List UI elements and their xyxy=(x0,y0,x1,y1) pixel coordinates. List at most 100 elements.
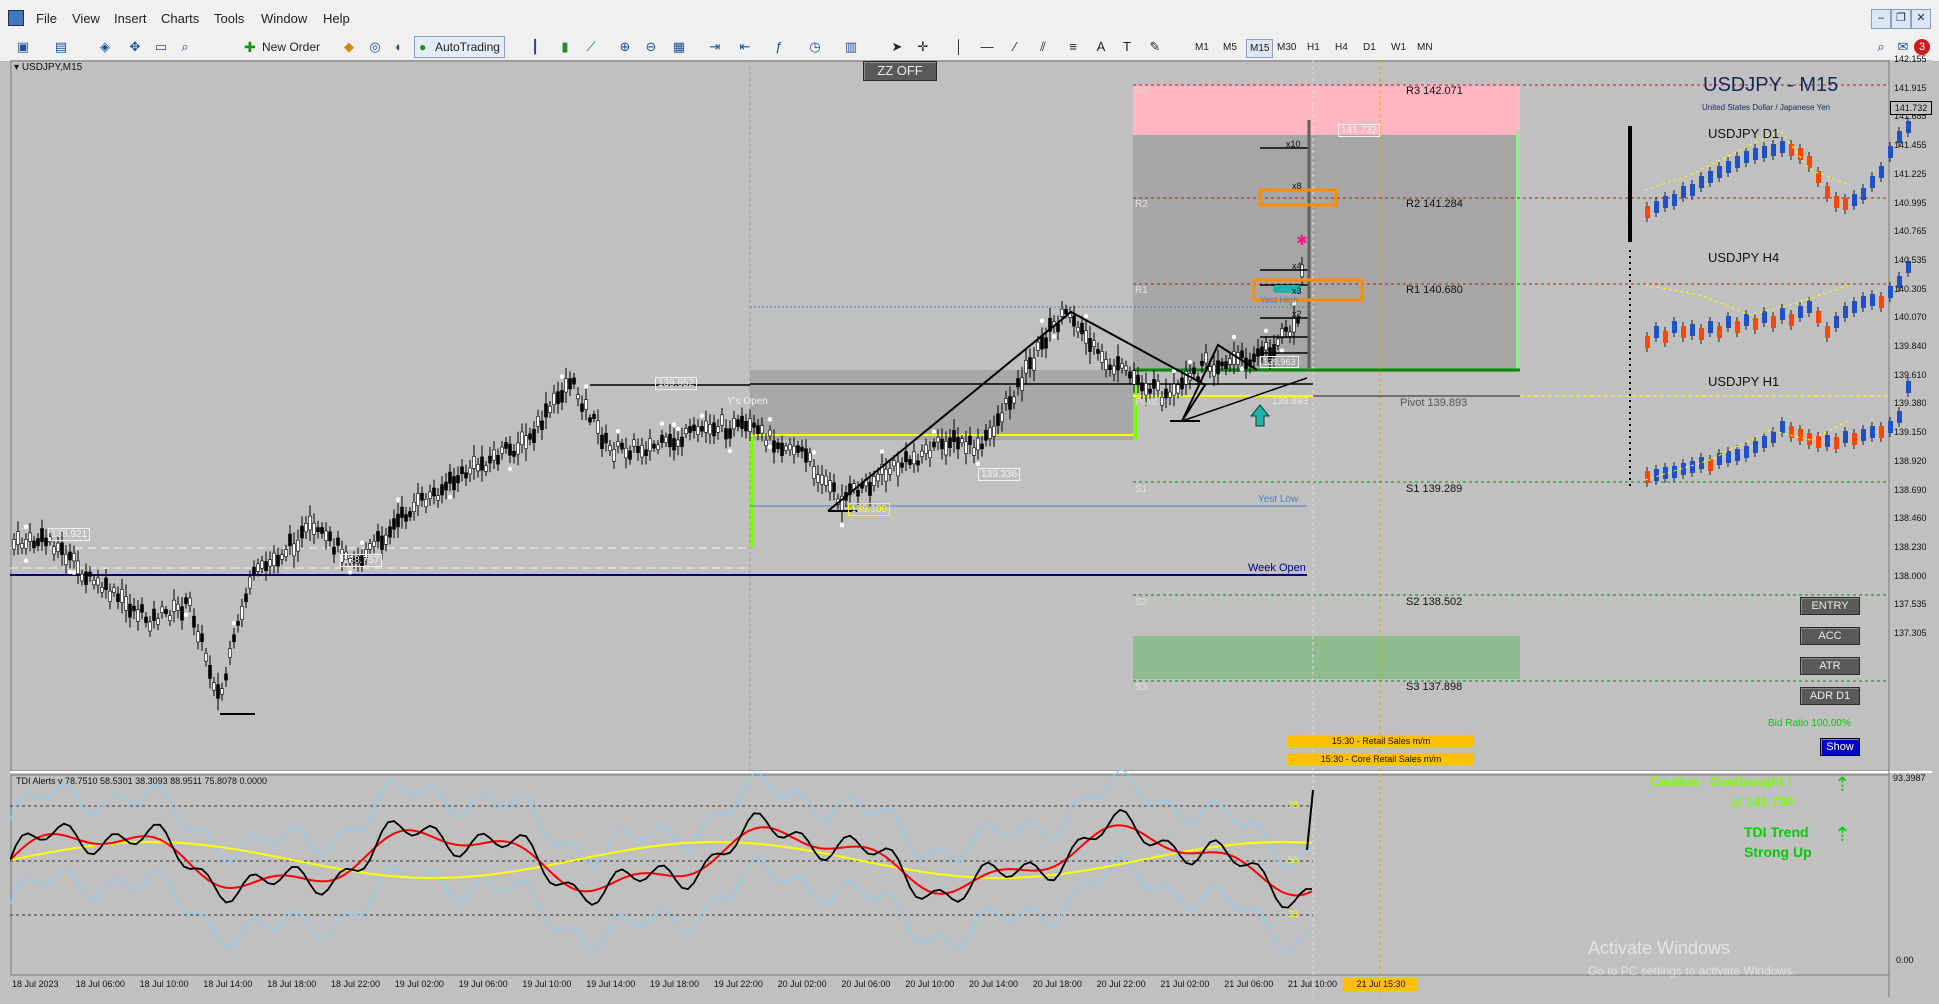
minimize-icon[interactable]: – xyxy=(1871,9,1891,29)
tile-windows-icon[interactable]: ▦ xyxy=(670,38,688,56)
candle-body xyxy=(496,454,500,465)
candle-body xyxy=(488,455,492,464)
show-button[interactable]: Show xyxy=(1820,738,1860,756)
crosshair-icon[interactable]: ✛ xyxy=(914,38,932,56)
cursor-icon[interactable]: ➤ xyxy=(888,38,906,56)
text-label-icon[interactable]: T xyxy=(1118,38,1136,56)
menu-tools[interactable]: Tools xyxy=(214,11,244,26)
menu-view[interactable]: View xyxy=(72,11,100,26)
activate-windows-subtitle: Go to PC settings to activate Windows. xyxy=(1588,964,1796,978)
menu-help[interactable]: Help xyxy=(323,11,350,26)
acc-button[interactable]: ACC xyxy=(1800,627,1860,645)
entry-button[interactable]: ENTRY xyxy=(1800,597,1860,615)
menu-charts[interactable]: Charts xyxy=(161,11,199,26)
search-icon[interactable]: ⌕ xyxy=(1872,38,1890,56)
candle-body xyxy=(96,577,100,586)
periods-icon[interactable]: ◷ xyxy=(806,38,824,56)
multiplier-x3: x3 xyxy=(1292,286,1302,296)
strategy-tester-icon[interactable]: ⌕ xyxy=(176,38,194,56)
s2-label: S2 138.502 xyxy=(1406,596,1463,608)
mini-candle-body xyxy=(1690,184,1695,196)
chart-window[interactable]: ✱ ▾ USDJPY,M15 ZZ OFF USDJPY - M15 Unite… xyxy=(10,54,1932,997)
candlestick-icon[interactable]: ▮ xyxy=(556,38,574,56)
candle-body xyxy=(280,554,284,560)
templates-icon[interactable]: ▥ xyxy=(842,38,860,56)
candle-body xyxy=(716,426,720,433)
tf-h4[interactable]: H4 xyxy=(1332,39,1351,56)
mini-candle-body xyxy=(1735,449,1740,461)
candle-body xyxy=(640,444,644,458)
restore-icon[interactable]: ❐ xyxy=(1891,9,1911,29)
s1-short-label: S1 xyxy=(1135,484,1148,495)
candle-body xyxy=(900,462,904,468)
bar-chart-icon[interactable]: ┃ xyxy=(526,38,544,56)
r2-short-label: R2 xyxy=(1135,199,1148,210)
candle-body xyxy=(1024,360,1028,374)
new-chart-icon[interactable]: ▣ xyxy=(14,38,32,56)
terminal-icon[interactable]: ▭ xyxy=(152,38,170,56)
menu-file[interactable]: File xyxy=(36,11,57,26)
zz-toggle-button[interactable]: ZZ OFF xyxy=(863,61,937,81)
mini-candle-body xyxy=(1825,435,1830,447)
tf-m1[interactable]: M1 xyxy=(1192,39,1212,56)
candle-body xyxy=(704,420,708,433)
metaeditor-icon[interactable]: ◆ xyxy=(340,38,358,56)
menu-window[interactable]: Window xyxy=(261,11,307,26)
new-order-button[interactable]: ✚ New Order xyxy=(244,37,320,57)
fibonacci-icon[interactable]: ≡ xyxy=(1064,38,1082,56)
candle-body xyxy=(892,460,896,467)
fractal-dot xyxy=(1263,328,1269,333)
candle-body xyxy=(388,526,392,538)
mini-candle-body xyxy=(1672,321,1677,333)
mini-candle-body xyxy=(1762,436,1767,448)
tf-d1[interactable]: D1 xyxy=(1360,39,1379,56)
trendline-icon[interactable]: ⁄ xyxy=(1006,38,1024,56)
mini-candle-body xyxy=(1843,198,1848,210)
chart-shift-icon[interactable]: ⇤ xyxy=(736,38,754,56)
profiles-icon[interactable]: ▤ xyxy=(52,38,70,56)
line-chart-icon[interactable]: ⟋ xyxy=(582,38,600,56)
tf-m30[interactable]: M30 xyxy=(1274,39,1299,56)
atr-button[interactable]: ATR xyxy=(1800,657,1860,675)
candle-body xyxy=(668,434,672,448)
navigator-icon[interactable]: ✥ xyxy=(126,38,144,56)
tf-h1[interactable]: H1 xyxy=(1304,39,1323,56)
news-icon[interactable]: ◐ xyxy=(390,38,408,56)
autoscroll-icon[interactable]: ⇥ xyxy=(706,38,724,56)
mini-candle-body xyxy=(1663,196,1668,208)
adr-d1-button[interactable]: ADR D1 xyxy=(1800,687,1860,705)
notification-badge[interactable]: 3 xyxy=(1914,39,1930,55)
zoom-out-icon[interactable]: ⊖ xyxy=(642,38,660,56)
candle-body xyxy=(812,466,816,479)
tf-w1[interactable]: W1 xyxy=(1388,39,1409,56)
indicators-icon[interactable]: ƒ xyxy=(770,38,788,56)
fractal-dot xyxy=(1187,359,1193,365)
week-open-label: Week Open xyxy=(1248,562,1306,574)
tf-m15[interactable]: M15 xyxy=(1246,39,1274,58)
pivot-label: Pivot 139.893 xyxy=(1400,397,1468,409)
market-watch-icon[interactable]: ◈ xyxy=(96,38,114,56)
text-icon[interactable]: A xyxy=(1092,38,1110,56)
candle-body xyxy=(304,523,308,533)
shapes-icon[interactable]: ✎ xyxy=(1146,38,1164,56)
price-tag-3: 139.952 xyxy=(655,377,698,390)
tf-mn[interactable]: MN xyxy=(1414,39,1436,56)
mini-candle-body xyxy=(1789,426,1794,438)
candle-body xyxy=(52,546,56,555)
signals-icon[interactable]: ◎ xyxy=(366,38,384,56)
candle-body xyxy=(232,634,236,643)
candle-body xyxy=(560,390,564,403)
horizontal-line-icon[interactable]: — xyxy=(978,38,996,56)
vertical-line-icon[interactable]: │ xyxy=(950,38,968,56)
tdi-signal-line xyxy=(10,824,1313,897)
close-icon[interactable]: ✕ xyxy=(1911,9,1931,29)
fractal-dot xyxy=(675,426,681,432)
tdi-level-23: 23 xyxy=(1288,909,1299,919)
candle-body xyxy=(564,378,568,393)
zoom-in-icon[interactable]: ⊕ xyxy=(616,38,634,56)
tf-m5[interactable]: M5 xyxy=(1220,39,1240,56)
menu-insert[interactable]: Insert xyxy=(114,11,147,26)
channel-icon[interactable]: ⫽ xyxy=(1034,38,1052,56)
autotrading-button[interactable]: ● AutoTrading xyxy=(414,36,505,58)
mini-chart-d1-label: USDJPY D1 xyxy=(1708,126,1780,141)
